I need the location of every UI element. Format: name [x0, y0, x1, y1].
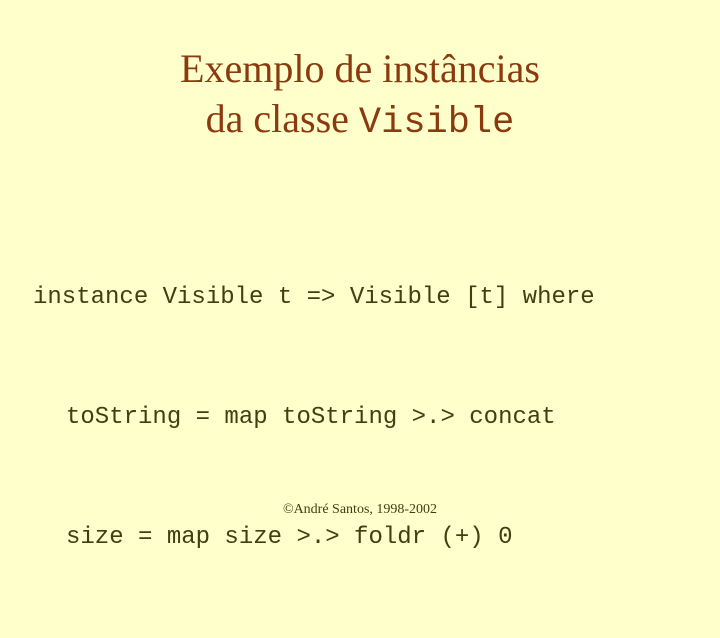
title-line-2-text: da classe: [205, 96, 359, 141]
slide-title: Exemplo de instâncias da classe Visible: [0, 44, 720, 148]
title-class-name: Visible: [358, 102, 515, 144]
slide: Exemplo de instâncias da classe Visible …: [0, 0, 720, 551]
code-block: instance Visible t => Visible [t] where …: [33, 198, 595, 638]
copyright-footer: ©André Santos, 1998-2002: [282, 502, 438, 517]
title-line-2: da classe Visible: [0, 94, 720, 148]
title-line-1: Exemplo de instâncias: [180, 46, 540, 91]
code-line-size: size = map size >.> foldr (+) 0: [66, 524, 513, 551]
code-line-tostring: toString = map toString >.> concat: [66, 404, 556, 431]
code-line-instance: instance Visible t => Visible [t] where: [33, 284, 595, 311]
